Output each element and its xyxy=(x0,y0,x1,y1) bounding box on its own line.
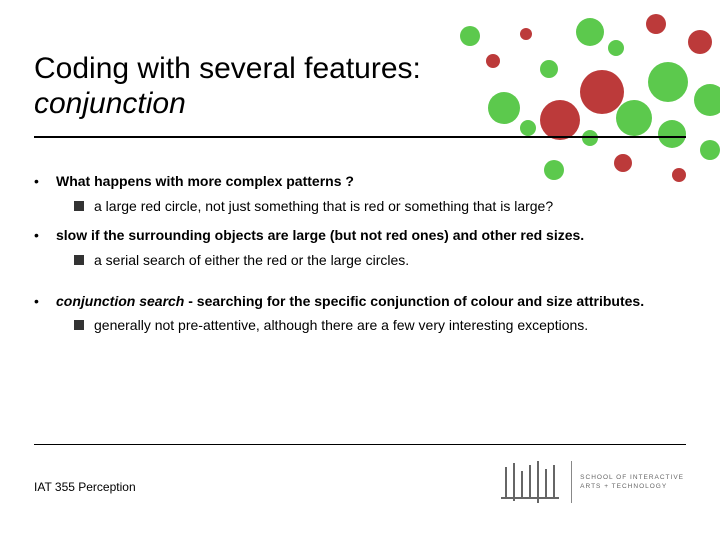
bullet-3-italic: conjunction search xyxy=(56,293,184,309)
decorative-dot xyxy=(608,40,624,56)
divider-bottom xyxy=(34,444,686,445)
subbullet-marker xyxy=(74,255,84,265)
bullet-3-text: conjunction search - searching for the s… xyxy=(56,292,686,311)
slide: { "title": { "line1": "Coding with sever… xyxy=(0,0,720,540)
title-line-1: Coding with several features: xyxy=(34,52,594,87)
divider-top xyxy=(34,136,686,138)
slide-content: • What happens with more complex pattern… xyxy=(34,162,686,345)
bullet-2-sub: a serial search of either the red or the… xyxy=(74,251,686,270)
decorative-dot xyxy=(582,130,598,146)
logo: School of Interactive Arts + Technology xyxy=(501,456,684,508)
decorative-dot xyxy=(700,140,720,160)
decorative-dot xyxy=(616,100,652,136)
bullet-1-sub-text: a large red circle, not just something t… xyxy=(94,197,686,216)
logo-separator xyxy=(571,461,572,503)
bullet-2-sub-text: a serial search of either the red or the… xyxy=(94,251,686,270)
subbullet-marker xyxy=(74,201,84,211)
logo-text: School of Interactive Arts + Technology xyxy=(580,473,684,491)
footer-text: IAT 355 Perception xyxy=(34,480,136,494)
subbullet-marker xyxy=(74,320,84,330)
bullet-3-sub-text: generally not pre-attentive, although th… xyxy=(94,316,686,335)
bullet-2-text: slow if the surrounding objects are larg… xyxy=(56,226,686,245)
bullet-2: • slow if the surrounding objects are la… xyxy=(34,226,686,245)
title-line-2: conjunction xyxy=(34,87,594,122)
logo-mark-icon xyxy=(501,461,563,503)
bullet-marker: • xyxy=(34,226,56,245)
logo-text-line-2: Arts + Technology xyxy=(580,482,684,491)
decorative-dot xyxy=(520,28,532,40)
slide-title: Coding with several features: conjunctio… xyxy=(34,52,594,121)
decorative-dot xyxy=(694,84,720,116)
bullet-3: • conjunction search - searching for the… xyxy=(34,292,686,311)
decorative-dot xyxy=(658,120,686,148)
bullet-marker: • xyxy=(34,292,56,311)
decorative-dot xyxy=(646,14,666,34)
decorative-dot xyxy=(460,26,480,46)
bullet-3-sub: generally not pre-attentive, although th… xyxy=(74,316,686,335)
bullet-marker: • xyxy=(34,172,56,191)
decorative-dot xyxy=(576,18,604,46)
decorative-dot xyxy=(648,62,688,102)
logo-text-line-1: School of Interactive xyxy=(580,473,684,482)
bullet-1: • What happens with more complex pattern… xyxy=(34,172,686,191)
bullet-1-sub: a large red circle, not just something t… xyxy=(74,197,686,216)
bullet-3-rest: - searching for the specific conjunction… xyxy=(184,293,644,309)
bullet-1-text: What happens with more complex patterns … xyxy=(56,172,686,191)
decorative-dot xyxy=(688,30,712,54)
decorative-dot xyxy=(520,120,536,136)
